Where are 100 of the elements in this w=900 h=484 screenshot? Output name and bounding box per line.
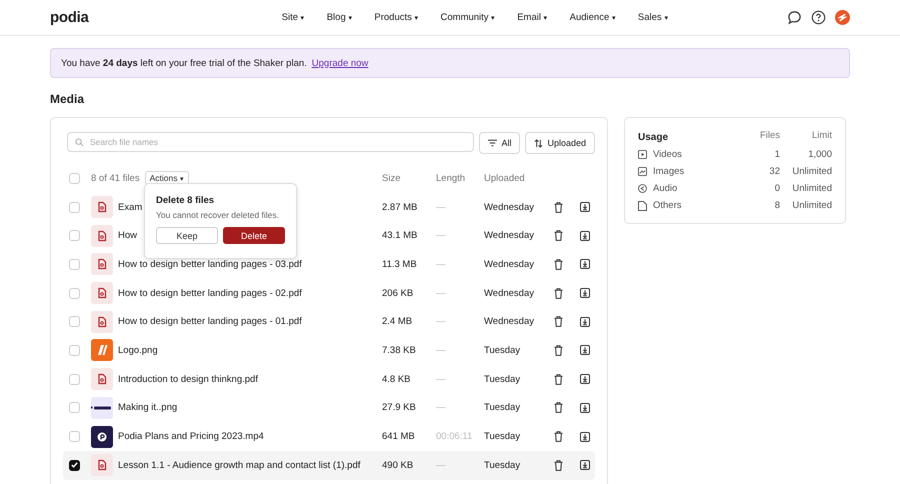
- file-name[interactable]: Lesson 1.1 - Audience growth map and contact list (1).pdf: [118, 460, 382, 471]
- upload-date: Wednesday: [484, 202, 535, 213]
- file-name[interactable]: How to design better landing pages - 03.pdf: [118, 258, 382, 270]
- file-name[interactable]: How to design better landing pages - 01.pdf: [118, 316, 382, 328]
- file-length: —: [436, 202, 446, 213]
- row-checkbox[interactable]: [69, 460, 80, 471]
- file-size: 4.8 KB: [382, 374, 412, 385]
- usage-label: Audio: [653, 183, 678, 194]
- usage-title: Usage: [638, 131, 670, 143]
- file-size: 11.3 MB: [382, 258, 418, 270]
- upgrade-link[interactable]: Upgrade now: [312, 58, 368, 68]
- delete-icon[interactable]: [554, 288, 563, 299]
- file-size: 206 KB: [382, 288, 414, 299]
- page-title: Media: [50, 92, 86, 106]
- upload-date: Wednesday: [484, 288, 535, 299]
- logo-thumbnail-icon: [91, 339, 113, 362]
- search-icon: [75, 138, 84, 147]
- delete-icon[interactable]: [554, 258, 563, 270]
- upload-date: Tuesday: [484, 431, 522, 442]
- upload-date: Wednesday: [484, 316, 535, 328]
- pdf-file-icon: [91, 282, 113, 304]
- file-length: —: [436, 344, 446, 356]
- upload-date: Tuesday: [484, 402, 522, 414]
- download-icon[interactable]: [580, 259, 590, 270]
- audio-icon: [638, 184, 647, 193]
- usage-limit: Unlimited: [791, 183, 832, 194]
- pdf-file-icon: [91, 310, 113, 333]
- download-icon[interactable]: [580, 316, 590, 327]
- pdf-file-icon: [91, 253, 113, 276]
- delete-icon[interactable]: [554, 402, 563, 414]
- delete-icon[interactable]: [554, 431, 563, 442]
- pdf-file-icon: [91, 196, 113, 218]
- file-size: 43.1 MB: [382, 230, 418, 242]
- column-header: Limit: [810, 130, 832, 141]
- upload-date: Wednesday: [484, 258, 535, 270]
- file-length: 00:06:11: [436, 431, 474, 442]
- keep-button[interactable]: Keep: [156, 227, 218, 244]
- select-all-checkbox[interactable]: [69, 172, 80, 184]
- usage-label: Others: [653, 200, 682, 211]
- column-header: Length: [436, 172, 466, 184]
- file-length: —: [436, 288, 446, 299]
- usage-files: 1: [774, 149, 780, 160]
- popover-message: You cannot recover deleted files.: [156, 210, 280, 220]
- video-icon: [638, 150, 647, 159]
- download-icon[interactable]: [580, 202, 590, 212]
- delete-icon[interactable]: [554, 316, 563, 328]
- download-icon[interactable]: [580, 374, 590, 384]
- column-header: Size: [382, 172, 402, 184]
- filter-button[interactable]: Uploaded: [525, 132, 595, 154]
- file-name[interactable]: How to design better landing pages - 02.pdf: [118, 288, 382, 299]
- upload-date: Tuesday: [484, 374, 522, 385]
- selection-count: 8 of 41 files: [91, 172, 140, 184]
- popover-title: Delete 8 files: [156, 195, 216, 206]
- pdf-file-icon: [91, 368, 113, 390]
- filter-button[interactable]: All: [479, 132, 520, 154]
- usage-limit: Unlimited: [791, 166, 832, 177]
- file-size: 7.38 KB: [382, 344, 417, 356]
- download-icon[interactable]: [580, 432, 590, 442]
- file-length: —: [436, 230, 446, 242]
- video-thumbnail-icon: [91, 426, 113, 448]
- logo[interactable]: podia: [50, 9, 232, 26]
- delete-icon[interactable]: [554, 230, 563, 242]
- delete-icon[interactable]: [554, 202, 563, 213]
- file-size: 490 KB: [382, 460, 414, 471]
- download-icon[interactable]: [580, 460, 590, 470]
- download-icon[interactable]: [580, 230, 590, 241]
- upload-date: Tuesday: [484, 344, 522, 356]
- sort-icon: [534, 138, 544, 148]
- file-length: —: [436, 316, 446, 328]
- image-icon: [638, 167, 647, 176]
- file-name[interactable]: Logo.png: [118, 344, 382, 356]
- filter-icon: [488, 139, 498, 147]
- delete-icon[interactable]: [554, 344, 563, 356]
- usage-files: 0: [774, 183, 780, 194]
- delete-button[interactable]: Delete: [223, 227, 285, 244]
- file-size: 27.9 KB: [382, 402, 417, 414]
- usage-label: Videos: [653, 149, 682, 160]
- upload-date: Tuesday: [484, 460, 522, 471]
- file-length: —: [436, 258, 446, 270]
- chat-icon[interactable]: [786, 10, 802, 25]
- file-length: —: [436, 374, 446, 385]
- usage-label: Images: [653, 166, 684, 177]
- search-field[interactable]: Search file names: [67, 132, 474, 152]
- download-icon[interactable]: [580, 345, 590, 356]
- upload-date: Wednesday: [484, 230, 535, 242]
- file-size: 641 MB: [382, 431, 416, 442]
- download-icon[interactable]: [580, 402, 590, 413]
- file-name[interactable]: Podia Plans and Pricing 2023.mp4: [118, 431, 382, 442]
- file-name[interactable]: Introduction to design thinkng.pdf: [118, 374, 382, 385]
- usage-files: 8: [774, 200, 780, 211]
- pdf-file-icon: [91, 224, 113, 247]
- avatar-icon[interactable]: [834, 10, 850, 25]
- file-length: —: [436, 460, 446, 471]
- banner-text: You have 24 days left on your free trial of the Shaker plan.: [61, 58, 307, 68]
- download-icon[interactable]: [580, 288, 590, 298]
- file-icon: [638, 200, 647, 210]
- delete-icon[interactable]: [554, 374, 563, 385]
- delete-icon[interactable]: [554, 460, 563, 471]
- file-name[interactable]: Making it..png: [118, 402, 382, 414]
- help-icon[interactable]: [810, 10, 826, 25]
